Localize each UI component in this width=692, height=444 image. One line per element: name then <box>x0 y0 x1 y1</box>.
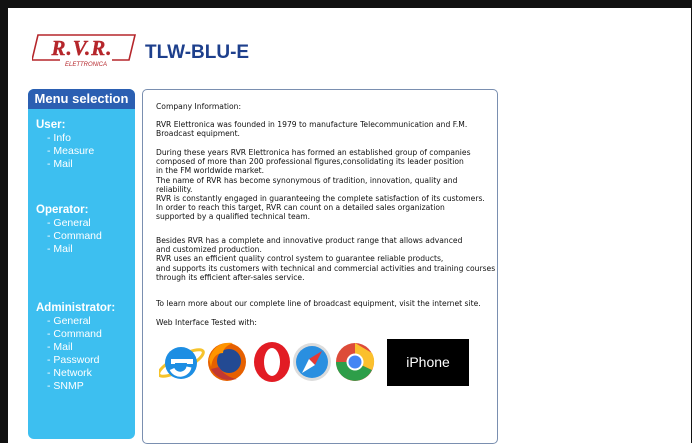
menu-item-admin-general[interactable]: - General <box>28 315 135 328</box>
iphone-label: iPhone <box>406 354 450 370</box>
window-frame: R.V.R. ELETTRONICA TLW-BLU-E Menu select… <box>0 0 692 444</box>
internet-explorer-icon <box>159 347 205 379</box>
browser-logos: iPhone <box>159 337 479 386</box>
company-info-heading: Company Information: <box>156 102 242 111</box>
menu-item-user-mail[interactable]: - Mail <box>28 158 135 171</box>
menu-item-admin-password[interactable]: - Password <box>28 354 135 367</box>
iphone-badge: iPhone <box>387 339 469 386</box>
firefox-icon <box>208 342 246 381</box>
menu-item-admin-snmp[interactable]: - SNMP <box>28 380 135 393</box>
chrome-icon <box>336 343 375 381</box>
svg-text:ELETTRONICA: ELETTRONICA <box>65 62 107 68</box>
section-title-administrator: Administrator: <box>36 302 116 314</box>
rvr-logo: R.V.R. ELETTRONICA <box>30 32 137 68</box>
menu-item-operator-command[interactable]: - Command <box>28 230 135 243</box>
menu-section-administrator: Administrator: - General - Command - Mai… <box>28 301 135 393</box>
sidebar-menu: Menu selection User: - Info - Measure - … <box>28 89 135 439</box>
section-title-operator: Operator: <box>36 204 89 216</box>
menu-item-operator-mail[interactable]: - Mail <box>28 243 135 256</box>
section-title-user: User: <box>36 119 66 131</box>
menu-section-user: User: - Info - Measure - Mail <box>28 118 135 171</box>
menu-item-user-measure[interactable]: - Measure <box>28 145 135 158</box>
paragraph-products: Besides RVR has a complete and innovativ… <box>156 236 496 282</box>
device-title: TLW-BLU-E <box>145 42 250 63</box>
opera-icon <box>254 342 290 382</box>
svg-text:R.V.R.: R.V.R. <box>50 36 112 60</box>
menu-section-operator: Operator: - General - Command - Mail <box>28 203 135 256</box>
header: R.V.R. ELETTRONICA TLW-BLU-E <box>30 32 452 72</box>
paragraph-more-info: To learn more about our complete line of… <box>156 299 481 308</box>
safari-icon <box>293 343 331 381</box>
paragraph-history: During these years RVR Elettronica has f… <box>156 148 485 222</box>
menu-item-admin-network[interactable]: - Network <box>28 367 135 380</box>
paragraph-founding: RVR Elettronica was founded in 1979 to m… <box>156 120 468 139</box>
tested-with-label: Web Interface Tested with: <box>156 318 257 327</box>
menu-item-admin-mail[interactable]: - Mail <box>28 341 135 354</box>
menu-item-admin-command[interactable]: - Command <box>28 328 135 341</box>
menu-item-user-info[interactable]: - Info <box>28 132 135 145</box>
content-panel: Company Information: RVR Elettronica was… <box>142 89 498 444</box>
sidebar-title: Menu selection <box>28 89 135 109</box>
menu-item-operator-general[interactable]: - General <box>28 217 135 230</box>
